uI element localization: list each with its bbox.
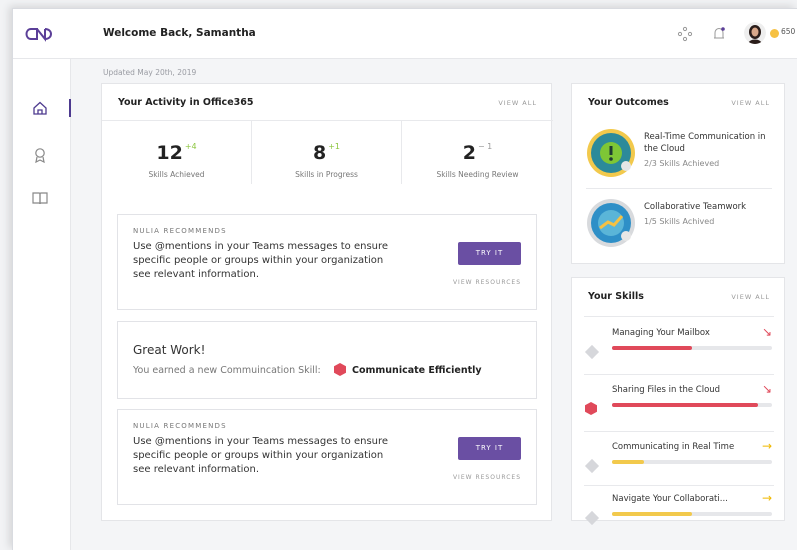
points-coin-icon bbox=[770, 29, 779, 38]
nav-active-indicator bbox=[69, 99, 71, 117]
skill-item[interactable]: Navigate Your Collaborati... → bbox=[584, 490, 774, 540]
app-logo-icon[interactable] bbox=[23, 19, 57, 49]
skills-card: Your Skills VIEW ALL Managing Your Mailb… bbox=[571, 277, 785, 526]
achievement-subtitle: You earned a new Commuincation Skill: bbox=[133, 365, 321, 376]
skill-progress-fill bbox=[612, 512, 692, 516]
trend-flat-arrow-icon: → bbox=[761, 439, 772, 453]
home-icon[interactable] bbox=[31, 99, 49, 117]
skill-progress-fill bbox=[612, 403, 758, 407]
skill-name: Navigate Your Collaborati... bbox=[612, 494, 728, 504]
outcome-item[interactable]: Collaborative Teamwork 1/5 Skills Achive… bbox=[586, 198, 786, 253]
achievement-title: Great Work! bbox=[133, 343, 206, 357]
top-actions: 650 bbox=[638, 21, 797, 47]
stat-value: 12 bbox=[156, 142, 183, 164]
divider bbox=[586, 188, 772, 189]
skill-diamond-icon bbox=[584, 458, 600, 474]
welcome-message: Welcome Back, Samantha bbox=[103, 27, 256, 39]
skill-progress-fill bbox=[612, 460, 644, 464]
skill-progress-track bbox=[612, 403, 772, 407]
activity-title: Your Activity in Office365 bbox=[118, 97, 254, 108]
side-nav bbox=[13, 59, 71, 550]
outcomes-card: Your Outcomes VIEW ALL Real-Time Communi… bbox=[571, 83, 785, 264]
trend-down-arrow-icon: ↘ bbox=[761, 382, 772, 396]
divider bbox=[584, 485, 774, 486]
stat-delta: +1 bbox=[328, 142, 341, 151]
user-avatar[interactable] bbox=[744, 22, 766, 44]
stat-label: Skills Needing Review bbox=[436, 170, 519, 179]
skill-item[interactable]: Managing Your Mailbox ↘ bbox=[584, 324, 774, 374]
trend-down-arrow-icon: ↘ bbox=[761, 325, 772, 339]
outcomes-view-all-link[interactable]: VIEW ALL bbox=[731, 99, 770, 107]
points-count: 650 bbox=[781, 27, 796, 36]
achievement-card: Great Work! You earned a new Commuincati… bbox=[117, 321, 537, 399]
skill-item[interactable]: Sharing Files in the Cloud ↘ bbox=[584, 381, 774, 431]
view-resources-link[interactable]: VIEW RESOURCES bbox=[453, 474, 521, 481]
outcome-item[interactable]: Real-Time Communication in the Cloud 2/3… bbox=[586, 128, 786, 183]
communication-medal-icon bbox=[587, 129, 635, 177]
stat-delta: +4 bbox=[184, 142, 197, 151]
skill-progress-track bbox=[612, 346, 772, 350]
divider bbox=[584, 374, 774, 375]
outcome-title: Real-Time Communication in the Cloud bbox=[644, 132, 766, 154]
recommendation-card: NULIA RECOMMENDS Use @mentions in your T… bbox=[117, 409, 537, 505]
skill-diamond-icon bbox=[584, 344, 600, 360]
teamwork-medal-icon bbox=[587, 199, 635, 247]
recommendation-label: NULIA RECOMMENDS bbox=[133, 227, 227, 235]
outcome-progress: 1/5 Skills Achived bbox=[644, 217, 715, 226]
notification-bell-icon[interactable] bbox=[710, 25, 728, 43]
stat-value: 8 bbox=[312, 142, 327, 164]
stat-label: Skills in Progress bbox=[295, 170, 358, 179]
stat-value: 2 bbox=[462, 142, 476, 164]
top-bar: Welcome Back, Samantha 650 bbox=[13, 9, 797, 59]
try-it-button[interactable]: TRY IT bbox=[458, 437, 521, 460]
recommendation-text: Use @mentions in your Teams messages to … bbox=[133, 241, 389, 280]
stat-delta: − 1 bbox=[477, 142, 493, 151]
divider bbox=[584, 316, 774, 317]
stat-skills-in-progress: 8 +1 Skills in Progress bbox=[252, 120, 402, 184]
try-it-button[interactable]: TRY IT bbox=[458, 242, 521, 265]
outcome-title: Collaborative Teamwork bbox=[644, 202, 747, 212]
activity-card: Your Activity in Office365 VIEW ALL 12 +4… bbox=[101, 83, 553, 521]
skill-name: Sharing Files in the Cloud bbox=[612, 385, 721, 395]
updated-date: Updated May 20th, 2019 bbox=[103, 68, 197, 77]
outcomes-title: Your Outcomes bbox=[588, 97, 669, 108]
trend-flat-arrow-icon: → bbox=[761, 491, 772, 505]
app-window: Welcome Back, Samantha 650 Updated May 2… bbox=[12, 8, 797, 550]
stat-skills-achieved: 12 +4 Skills Achieved bbox=[102, 120, 252, 184]
stat-skills-needing-review: 2− 1 Skills Needing Review bbox=[402, 120, 553, 184]
network-icon[interactable] bbox=[676, 25, 694, 43]
skill-diamond-icon bbox=[584, 510, 600, 526]
skill-progress-fill bbox=[612, 346, 692, 350]
award-ribbon-icon[interactable] bbox=[31, 146, 49, 164]
activity-view-all-link[interactable]: VIEW ALL bbox=[498, 99, 537, 107]
skill-name: Communicating in Real Time bbox=[612, 442, 735, 452]
skill-progress-track bbox=[612, 460, 772, 464]
view-resources-link[interactable]: VIEW RESOURCES bbox=[453, 279, 521, 286]
achievement-skill-name: Communicate Efficiently bbox=[352, 365, 482, 376]
skills-title: Your Skills bbox=[588, 291, 644, 302]
stat-label: Skills Achieved bbox=[148, 170, 205, 179]
divider bbox=[584, 431, 774, 432]
recommendation-text: Use @mentions in your Teams messages to … bbox=[133, 436, 389, 475]
skill-progress-track bbox=[612, 512, 772, 516]
skills-view-all-link[interactable]: VIEW ALL bbox=[731, 293, 770, 301]
recommendation-card: NULIA RECOMMENDS Use @mentions in your T… bbox=[117, 214, 537, 310]
outcome-progress: 2/3 Skills Achieved bbox=[644, 159, 720, 168]
recommendation-label: NULIA RECOMMENDS bbox=[133, 422, 227, 430]
skill-hexagon-icon bbox=[585, 402, 597, 415]
skill-item[interactable]: Communicating in Real Time → bbox=[584, 438, 774, 488]
skill-hexagon-icon bbox=[334, 363, 346, 376]
skill-name: Managing Your Mailbox bbox=[612, 328, 710, 338]
book-icon[interactable] bbox=[31, 189, 49, 207]
